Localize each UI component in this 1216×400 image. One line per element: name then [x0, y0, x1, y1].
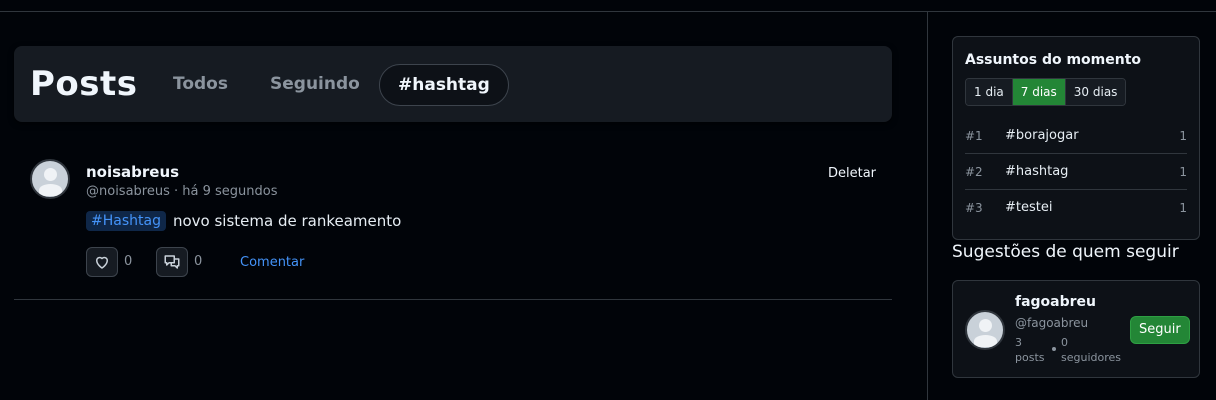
suggested-user-handle: @fagoabreu — [1015, 316, 1089, 330]
period-1-dia[interactable]: 1 dia — [966, 79, 1013, 105]
post-author-name[interactable]: noisabreus — [86, 163, 179, 181]
post-card: noisabreus @noisabreus · há 9 segundos D… — [14, 150, 892, 300]
trend-rank: #3 — [965, 201, 983, 215]
sidebar-divider — [927, 12, 928, 400]
trend-tag[interactable]: #hashtag — [1005, 164, 1068, 179]
trend-count: 1 — [1179, 129, 1187, 143]
posts-count: 3 — [1015, 336, 1022, 349]
separator-dot — [1052, 347, 1056, 351]
followers-count: 0 — [1061, 336, 1068, 349]
top-divider — [0, 11, 1216, 12]
comment-link[interactable]: Comentar — [240, 255, 304, 270]
trend-item[interactable]: #1 #borajogar 1 — [965, 118, 1187, 154]
trends-title: Assuntos do momento — [965, 52, 1142, 68]
chat-bubbles-icon — [164, 255, 180, 269]
user-avatar-icon[interactable] — [965, 310, 1005, 350]
hashtag-link[interactable]: #Hashtag — [86, 211, 166, 231]
tab-seguindo[interactable]: Seguindo — [270, 74, 360, 94]
trend-rank: #1 — [965, 129, 983, 143]
like-button[interactable] — [86, 247, 118, 277]
suggested-user-name[interactable]: fagoabreu — [1015, 294, 1096, 310]
trend-rank: #2 — [965, 165, 983, 179]
post-content: #Hashtag novo sistema de rankeamento — [86, 211, 401, 231]
suggestion-card: fagoabreu @fagoabreu 3 posts 0 seguidore… — [952, 280, 1200, 378]
tab-todos[interactable]: Todos — [173, 74, 228, 94]
posts-header: Posts Todos Seguindo #hashtag — [14, 46, 892, 122]
followers-stat: 0 seguidores — [1061, 335, 1121, 365]
posts-label: posts — [1015, 351, 1045, 364]
delete-button[interactable]: Deletar — [828, 166, 876, 181]
followers-label: seguidores — [1061, 351, 1122, 364]
posts-stat: 3 posts — [1015, 335, 1045, 365]
trend-count: 1 — [1179, 201, 1187, 215]
trends-panel: Assuntos do momento 1 dia 7 dias 30 dias… — [952, 36, 1200, 240]
period-7-dias[interactable]: 7 dias — [1012, 79, 1066, 105]
page-title: Posts — [30, 64, 138, 104]
post-author-meta: @noisabreus · há 9 segundos — [86, 184, 278, 199]
user-avatar-icon[interactable] — [30, 159, 70, 199]
trend-item[interactable]: #3 #testei 1 — [965, 190, 1187, 226]
trend-tag[interactable]: #borajogar — [1005, 128, 1079, 143]
period-30-dias[interactable]: 30 dias — [1065, 79, 1126, 105]
trend-count: 1 — [1179, 165, 1187, 179]
comments-button[interactable] — [156, 247, 188, 277]
follow-button[interactable]: Seguir — [1130, 316, 1190, 344]
heart-icon — [96, 256, 108, 269]
trend-tag[interactable]: #testei — [1005, 200, 1052, 215]
tab-hashtag[interactable]: #hashtag — [379, 64, 509, 106]
post-text: novo sistema de rankeamento — [172, 212, 402, 230]
like-count: 0 — [124, 254, 133, 269]
suggestions-title: Sugestões de quem seguir — [952, 242, 1179, 262]
period-selector: 1 dia 7 dias 30 dias — [965, 78, 1127, 106]
comment-count: 0 — [194, 254, 203, 269]
trend-item[interactable]: #2 #hashtag 1 — [965, 154, 1187, 190]
